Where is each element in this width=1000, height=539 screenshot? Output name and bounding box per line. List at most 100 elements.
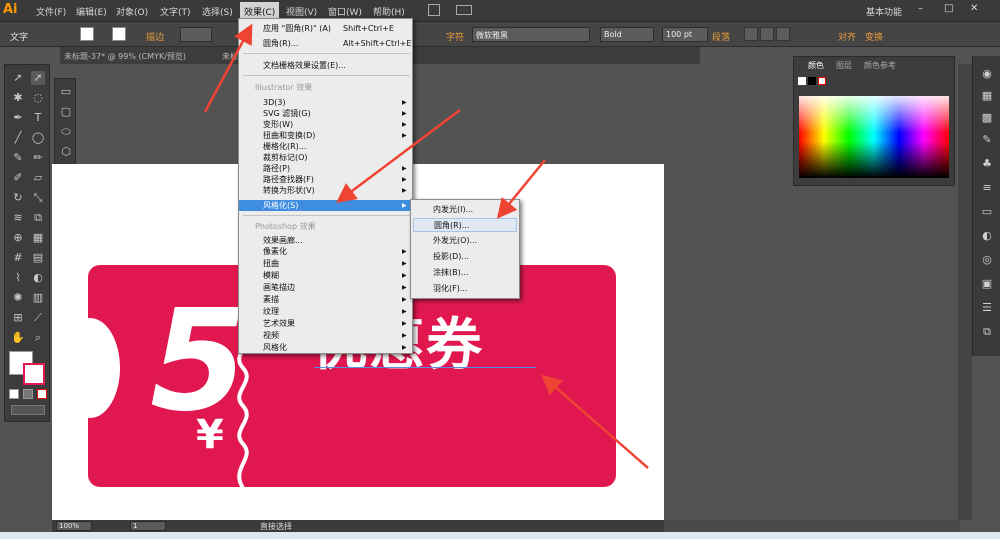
maximize-icon[interactable]: □ xyxy=(944,3,960,17)
menu-item-warp[interactable]: 变形(W) ▶ xyxy=(239,119,412,130)
paintbrush-icon[interactable]: ✎ xyxy=(11,151,25,165)
warp-tool-icon[interactable]: ≋ xyxy=(11,211,25,225)
black-swatch[interactable] xyxy=(808,77,816,85)
stroke-swatch[interactable] xyxy=(112,27,126,41)
menu-item-stylize-illustrator[interactable]: 风格化(S) ▶ xyxy=(239,200,412,211)
type-tool-icon[interactable]: T xyxy=(31,111,45,125)
rotate-tool-icon[interactable]: ↻ xyxy=(11,191,25,205)
currency-symbol[interactable]: ¥ xyxy=(196,412,224,458)
align-right-button[interactable] xyxy=(776,27,790,41)
menu-item-sketch[interactable]: 素描 ▶ xyxy=(239,294,412,305)
slice-tool-icon[interactable]: ⟋ xyxy=(31,311,45,325)
arrange-documents-icon[interactable] xyxy=(456,5,472,15)
selection-tool-icon[interactable]: ➚ xyxy=(11,71,25,85)
fill-swatch[interactable] xyxy=(80,27,94,41)
blend-tool-icon[interactable]: ◐ xyxy=(31,271,45,285)
white-swatch[interactable] xyxy=(798,77,806,85)
blob-brush-icon[interactable]: ✐ xyxy=(11,171,25,185)
menu-item-video[interactable]: 视频 ▶ xyxy=(239,330,412,341)
rectangle-tool-icon[interactable]: ▭ xyxy=(59,85,73,99)
menu-item-apply-last-effect[interactable]: 应用 "圆角(R)" (A) Shift+Ctrl+E xyxy=(239,23,412,34)
menu-item-artistic[interactable]: 艺术效果 ▶ xyxy=(239,318,412,329)
scale-tool-icon[interactable]: ⤡ xyxy=(31,191,45,205)
menu-item-raster-settings[interactable]: 文档栅格效果设置(E)... xyxy=(239,60,412,71)
pencil-icon[interactable]: ✏ xyxy=(31,151,45,165)
magic-wand-icon[interactable]: ✱ xyxy=(11,91,25,105)
rounded-rectangle-tool-icon[interactable]: ▢ xyxy=(59,105,73,119)
appearance-icon[interactable]: ◎ xyxy=(981,254,993,266)
menu-item-rasterize[interactable]: 栅格化(R)... xyxy=(239,141,412,152)
stroke-link[interactable]: 描边 xyxy=(146,30,164,43)
drawing-modes-icon[interactable] xyxy=(11,405,45,415)
none-mode-button[interactable] xyxy=(37,389,47,399)
artboard-tool-icon[interactable]: ⊞ xyxy=(11,311,25,325)
menu-item-blur[interactable]: 模糊 ▶ xyxy=(239,270,412,281)
color-mode-button[interactable] xyxy=(9,389,19,399)
color-panel-icon[interactable]: ◉ xyxy=(981,68,993,80)
symbol-sprayer-icon[interactable]: ✺ xyxy=(11,291,25,305)
color-spectrum[interactable] xyxy=(799,96,949,178)
menu-item-pixelate[interactable]: 像素化 ▶ xyxy=(239,246,412,257)
menu-item-3d[interactable]: 3D(3) ▶ xyxy=(239,97,412,108)
menu-edit[interactable]: 编辑(E) xyxy=(76,5,107,18)
polygon-tool-icon[interactable]: ⬡ xyxy=(59,145,73,159)
tab-document-37[interactable]: 未标题-37* @ 99% (CMYK/预览) xyxy=(60,49,190,64)
shape-builder-icon[interactable]: ⊕ xyxy=(11,231,25,245)
pen-tool-icon[interactable]: ✒ xyxy=(11,111,25,125)
menu-object[interactable]: 对象(O) xyxy=(116,5,148,18)
align-center-button[interactable] xyxy=(760,27,774,41)
paragraph-link[interactable]: 段落 xyxy=(712,30,730,43)
minimize-icon[interactable]: – xyxy=(918,3,934,17)
bridge-icon[interactable] xyxy=(428,4,440,16)
mesh-tool-icon[interactable]: # xyxy=(11,251,25,265)
tab-color-guide[interactable]: 颜色参考 xyxy=(864,60,896,71)
submenu-item-round-corners[interactable]: 圆角(R)... xyxy=(413,218,517,232)
menu-item-brush-strokes[interactable]: 画笔描边 ▶ xyxy=(239,282,412,293)
perspective-grid-icon[interactable]: ▦ xyxy=(31,231,45,245)
gradient-mode-button[interactable] xyxy=(23,389,33,399)
submenu-item-outer-glow[interactable]: 外发光(O)... xyxy=(413,234,517,248)
zoom-tool-icon[interactable]: ⌕ xyxy=(31,331,45,345)
menu-item-convert-to-shape[interactable]: 转换为形状(V) ▶ xyxy=(239,185,412,196)
direct-selection-tool-icon[interactable]: ➚ xyxy=(31,71,45,85)
menu-item-effect-gallery[interactable]: 效果画廊... xyxy=(239,235,412,246)
eraser-icon[interactable]: ▱ xyxy=(31,171,45,185)
menu-item-crop-marks[interactable]: 裁剪标记(O) xyxy=(239,152,412,163)
tab-color[interactable]: 颜色 xyxy=(808,60,824,71)
menu-window[interactable]: 窗口(W) xyxy=(328,5,362,18)
align-left-button[interactable] xyxy=(744,27,758,41)
color-guide-icon[interactable]: ▦ xyxy=(981,90,993,102)
menu-item-pathfinder[interactable]: 路径查找器(F) ▶ xyxy=(239,174,412,185)
font-family-dropdown[interactable]: 微软雅黑 xyxy=(472,27,590,42)
menu-item-distort[interactable]: 扭曲 ▶ xyxy=(239,258,412,269)
graphic-styles-icon[interactable]: ▣ xyxy=(981,278,993,290)
free-transform-icon[interactable]: ⧉ xyxy=(31,211,45,225)
menu-view[interactable]: 视图(V) xyxy=(286,5,317,18)
menu-item-distort-transform[interactable]: 扭曲和变换(D) ▶ xyxy=(239,130,412,141)
zoom-dropdown[interactable]: 100% xyxy=(56,521,92,531)
font-style-dropdown[interactable]: Bold xyxy=(600,27,654,42)
coupon-amount[interactable]: 5 xyxy=(150,292,247,432)
transparency-icon[interactable]: ◐ xyxy=(981,230,993,242)
align-link[interactable]: 对齐 xyxy=(838,30,856,43)
none-swatch[interactable] xyxy=(818,77,826,85)
coupon-circle-cutout[interactable] xyxy=(60,318,120,418)
submenu-item-inner-glow[interactable]: 内发光(I)... xyxy=(413,203,517,217)
transform-link[interactable]: 变换 xyxy=(865,30,883,43)
hand-tool-icon[interactable]: ✋ xyxy=(11,331,25,345)
menu-item-last-effect[interactable]: 圆角(R)... Alt+Shift+Ctrl+E xyxy=(239,38,412,49)
ellipse-flyout-icon[interactable]: ⬭ xyxy=(59,125,73,139)
layers-icon[interactable]: ☰ xyxy=(981,302,993,314)
stroke-weight-dropdown[interactable] xyxy=(180,27,212,42)
symbols-icon[interactable]: ♣ xyxy=(981,158,993,170)
column-graph-icon[interactable]: ▥ xyxy=(31,291,45,305)
ellipse-tool-icon[interactable]: ◯ xyxy=(31,131,45,145)
stroke-panel-icon[interactable]: ≡ xyxy=(981,182,993,194)
horizontal-scrollbar[interactable] xyxy=(664,520,960,532)
swatches-icon[interactable]: ▩ xyxy=(981,112,993,124)
submenu-item-scribble[interactable]: 涂抹(B)... xyxy=(413,266,517,280)
menu-file[interactable]: 文件(F) xyxy=(36,5,66,18)
gradient-panel-icon[interactable]: ▭ xyxy=(981,206,993,218)
menu-item-path[interactable]: 路径(P) ▶ xyxy=(239,163,412,174)
menu-item-svg-filters[interactable]: SVG 滤镜(G) ▶ xyxy=(239,108,412,119)
